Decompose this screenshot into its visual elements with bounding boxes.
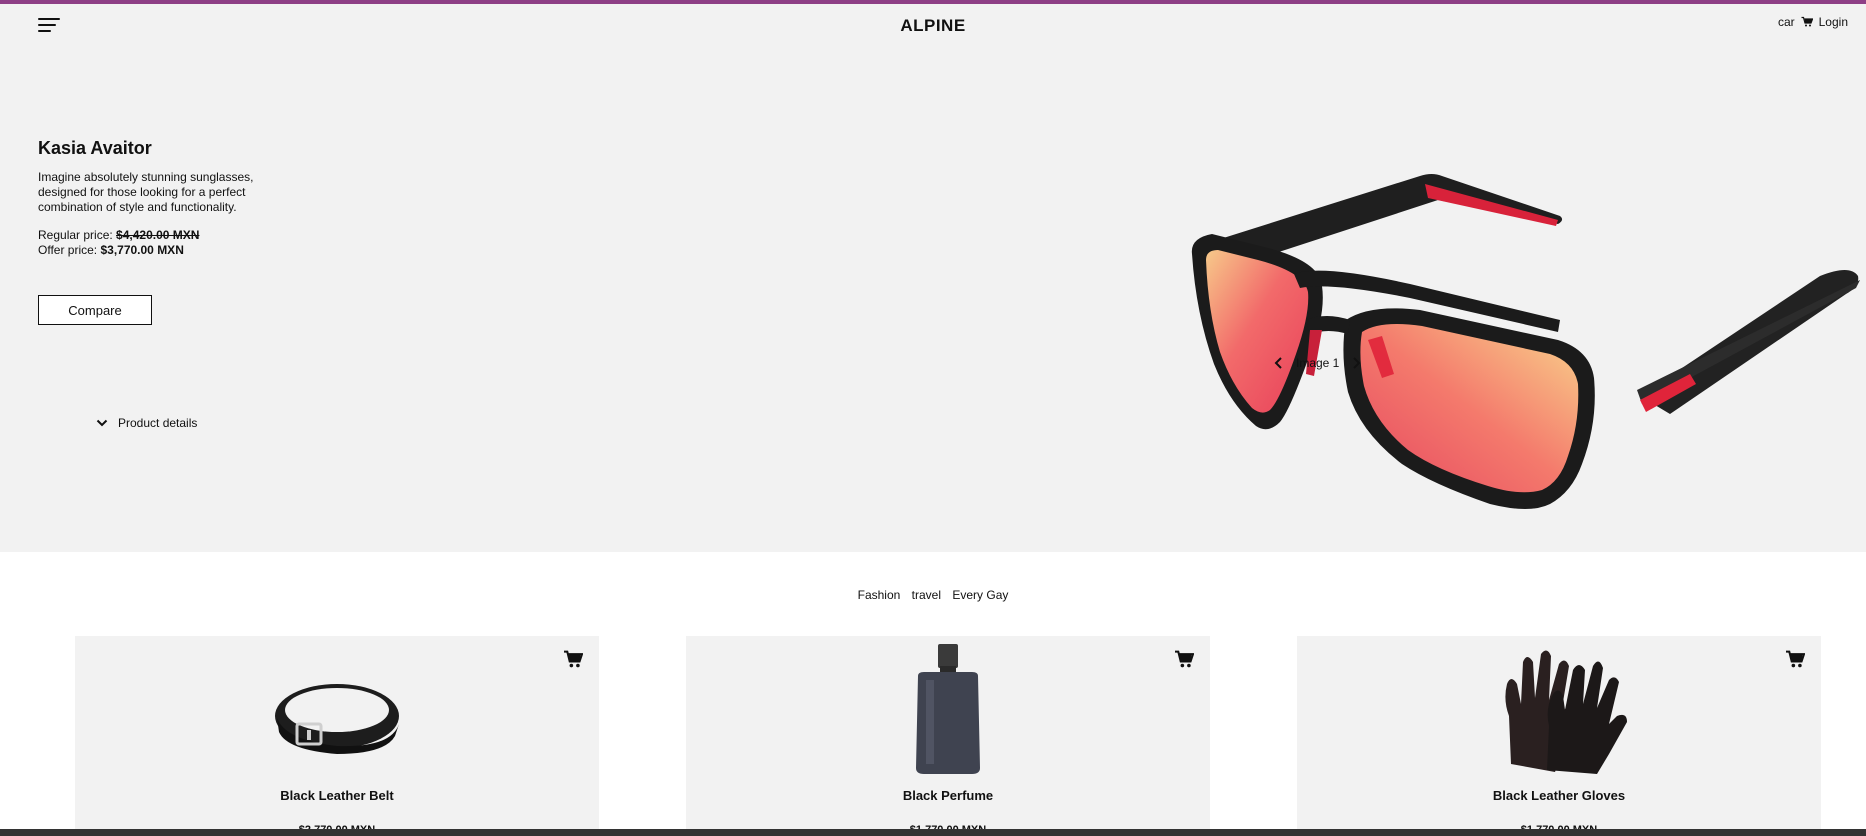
offer-price: $3,770.00 MXN bbox=[100, 243, 184, 257]
tag-list: Fashion travel Every Gay bbox=[0, 588, 1866, 602]
product-description: Imagine absolutely stunning sunglasses, … bbox=[38, 170, 254, 214]
hero-section: ALPINE car Login Kasia Avaitor Imagine a… bbox=[0, 4, 1866, 552]
belt-image bbox=[275, 684, 399, 754]
product-card[interactable]: Black Leather Belt $2,770.00 MXN bbox=[75, 636, 599, 836]
tag-every-gay[interactable]: Every Gay bbox=[952, 588, 1008, 602]
regular-price: $4,420.00 MXN bbox=[116, 228, 200, 242]
horizontal-scrollbar[interactable] bbox=[0, 829, 1866, 836]
product-card[interactable]: Black Leather Gloves $1,770.00 MXN bbox=[1297, 636, 1821, 836]
product-name: Black Leather Gloves bbox=[1492, 788, 1626, 803]
perfume-image bbox=[916, 644, 980, 774]
tag-fashion[interactable]: Fashion bbox=[858, 588, 901, 602]
offer-price-line: Offer price: $3,770.00 MXN bbox=[38, 243, 184, 257]
product-name: Black Leather Belt bbox=[280, 788, 394, 803]
product-title: Kasia Avaitor bbox=[38, 138, 152, 158]
gloves-image bbox=[1505, 650, 1627, 774]
cart-link[interactable]: car bbox=[1778, 15, 1795, 29]
product-details-toggle[interactable]: Product details bbox=[96, 416, 197, 430]
offer-price-label: Offer price: bbox=[38, 243, 101, 257]
brand-logo[interactable]: ALPINE bbox=[0, 16, 1866, 36]
carousel-image-label: Image 1 bbox=[1296, 356, 1340, 370]
regular-price-label: Regular price: bbox=[38, 228, 117, 242]
product-card[interactable]: Black Perfume $1,770.00 MXN bbox=[686, 636, 1210, 836]
product-details-label: Product details bbox=[118, 416, 198, 430]
tag-travel[interactable]: travel bbox=[912, 588, 941, 602]
image-carousel: Image 1 bbox=[1272, 356, 1363, 370]
chevron-left-icon[interactable] bbox=[1272, 356, 1286, 370]
sunglasses-image bbox=[1191, 174, 1860, 509]
compare-button[interactable]: Compare bbox=[38, 295, 152, 325]
login-link[interactable]: Login bbox=[1819, 15, 1848, 29]
header-actions: car Login bbox=[1778, 15, 1848, 29]
chevron-down-icon bbox=[96, 419, 108, 427]
cart-icon[interactable] bbox=[1801, 16, 1813, 28]
chevron-right-icon[interactable] bbox=[1349, 356, 1363, 370]
product-name: Black Perfume bbox=[902, 788, 994, 803]
regular-price-line: Regular price: $4,420.00 MXN bbox=[38, 228, 199, 242]
